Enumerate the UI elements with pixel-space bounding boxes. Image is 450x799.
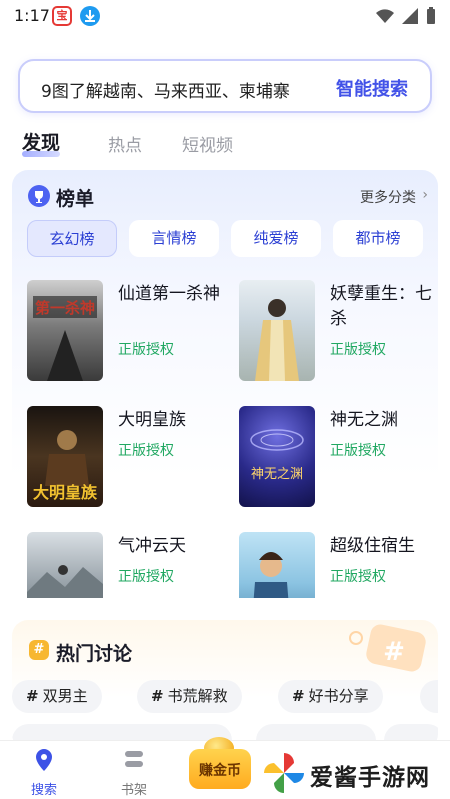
category-tab-urban[interactable]: 都市榜 [333, 220, 423, 257]
tab-discover[interactable]: 发现 [22, 128, 61, 157]
book-title[interactable]: 妖孽重生：七杀 [330, 282, 440, 332]
topic-chip[interactable]: # 好书分享 [278, 680, 383, 713]
book-item[interactable]: 大明皇族 大明皇族 正版授权 [27, 406, 227, 512]
hot-discussion-title: 热门讨论 [56, 643, 133, 665]
book-item[interactable]: 神无之渊 神无之渊 正版授权 [239, 406, 439, 512]
location-search-icon [36, 749, 52, 771]
status-time: 1:17 [14, 6, 50, 25]
nav-bookshelf-label: 书架 [120, 783, 147, 798]
topic-chip[interactable]: # 双男主 [12, 680, 102, 713]
svg-text:神无之渊: 神无之渊 [251, 467, 303, 482]
svg-text:第一杀神: 第一杀神 [35, 299, 95, 317]
category-tab-pure-love[interactable]: 纯爱榜 [231, 220, 321, 257]
svg-text:大明皇族: 大明皇族 [33, 483, 98, 502]
topic-chip-label: 书荒解救 [167, 687, 228, 705]
bookshelf-icon [125, 751, 143, 767]
book-title[interactable]: 气冲云天 [118, 534, 227, 559]
book-title[interactable]: 仙道第一杀神 [118, 282, 228, 307]
license-label: 正版授权 [118, 342, 174, 358]
category-tab-romance[interactable]: 言情榜 [129, 220, 219, 257]
tab-hot[interactable]: 热点 [108, 131, 142, 156]
license-label: 正版授权 [118, 443, 174, 459]
discussion-decoration-icon: # [349, 624, 426, 672]
license-label: 正版授权 [330, 443, 386, 459]
bottom-nav: 搜索 书架 赚金币 爱酱手游网 [0, 737, 450, 799]
license-label: 正版授权 [330, 342, 386, 358]
battery-icon [427, 7, 435, 24]
book-cover[interactable] [239, 532, 315, 598]
book-item[interactable]: 第一杀神 仙道第一杀神 正版授权 [27, 280, 227, 386]
nav-bookshelf[interactable]: 书架 [104, 747, 164, 798]
svg-text:#: # [383, 637, 405, 667]
license-label: 正版授权 [118, 569, 174, 585]
book-cover[interactable] [27, 532, 103, 598]
category-tab-fantasy[interactable]: 玄幻榜 [27, 220, 117, 257]
hashtag-icon: # [29, 640, 49, 660]
status-indicators [376, 6, 436, 26]
book-title[interactable]: 超级住宿生 [330, 534, 439, 559]
book-item[interactable]: 妖孽重生：七杀 正版授权 [239, 280, 439, 386]
ranking-card: 榜单 更多分类 › 玄幻榜 言情榜 纯爱榜 都市榜 第一杀神 仙道第一杀神 正版… [12, 170, 438, 610]
search-input[interactable]: 9图了解越南、马来西亚、柬埔寨 [41, 77, 290, 102]
smart-search-button[interactable]: 智能搜索 [336, 75, 408, 101]
book-cover[interactable]: 神无之渊 [239, 406, 315, 507]
book-item[interactable]: 气冲云天 正版授权 [27, 532, 227, 598]
topic-chip[interactable] [420, 680, 438, 713]
ranking-title: 榜单 [56, 188, 95, 210]
status-bar: 1:17 宝 [0, 0, 450, 32]
book-cover[interactable] [239, 280, 315, 381]
book-cover[interactable]: 第一杀神 [27, 280, 103, 381]
earn-coins-button[interactable]: 赚金币 [189, 749, 251, 789]
book-cover[interactable]: 大明皇族 [27, 406, 103, 507]
topic-chip[interactable]: # 书荒解救 [137, 680, 242, 713]
watermark: 爱酱手游网 [262, 751, 442, 795]
license-label: 正版授权 [330, 569, 386, 585]
chevron-right-icon[interactable]: › [422, 187, 428, 203]
watermark-text: 爱酱手游网 [310, 765, 430, 791]
hot-discussion-card: # 热门讨论 # # 双男主 # 书荒解救 # 好书分享 [12, 620, 438, 750]
more-categories-link[interactable]: 更多分类 [360, 187, 416, 207]
book-item[interactable]: 超级住宿生 正版授权 [239, 532, 439, 598]
topic-chip-label: 双男主 [42, 687, 88, 705]
topic-chip-label: 好书分享 [308, 687, 369, 705]
app-notification-icon: 宝 [52, 6, 72, 26]
book-title[interactable]: 神无之渊 [330, 408, 440, 433]
pinwheel-logo-icon [264, 753, 304, 793]
trophy-icon [28, 185, 50, 207]
wifi-icon [376, 9, 394, 23]
book-title[interactable]: 大明皇族 [118, 408, 228, 433]
tab-short-video[interactable]: 短视频 [182, 131, 233, 156]
signal-icon [402, 8, 418, 24]
search-bar[interactable]: 9图了解越南、马来西亚、柬埔寨 智能搜索 [18, 59, 432, 113]
nav-search[interactable]: 搜索 [14, 747, 74, 798]
download-icon [80, 6, 100, 26]
nav-search-label: 搜索 [30, 783, 57, 798]
